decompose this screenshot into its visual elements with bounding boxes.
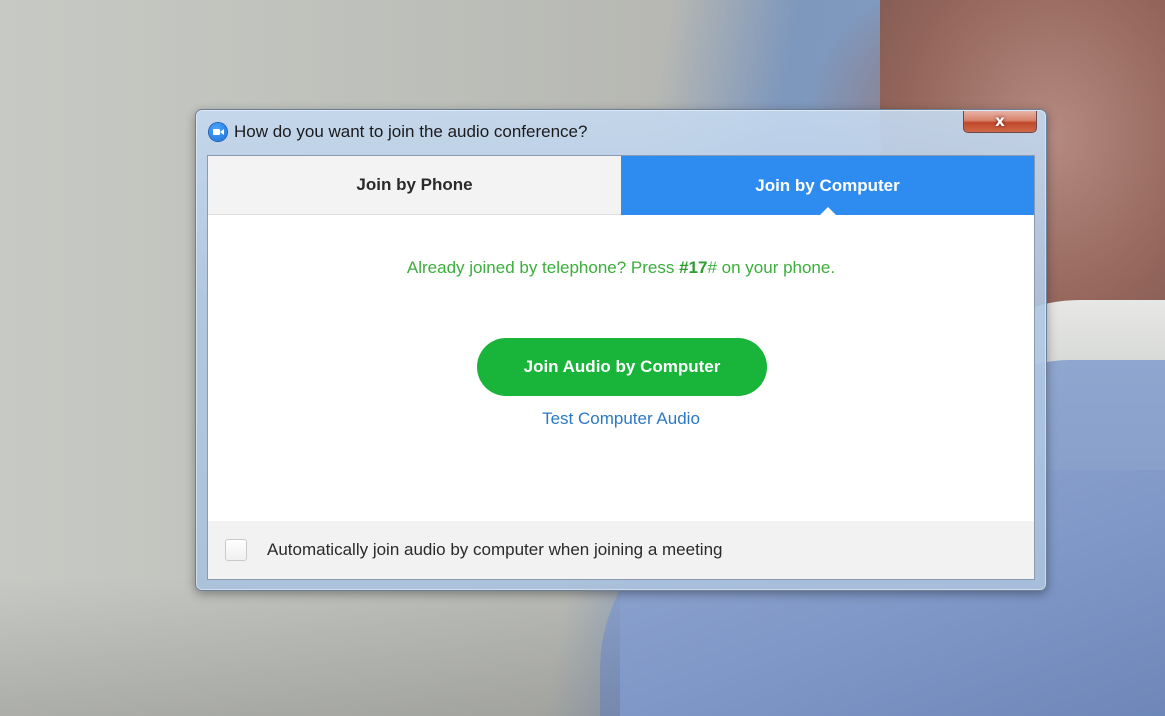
phone-code: #17	[679, 258, 708, 277]
zoom-camera-icon	[209, 123, 227, 141]
close-button[interactable]: x	[963, 111, 1037, 133]
already-joined-suffix: # on your phone.	[707, 258, 836, 277]
selected-tab-caret	[819, 207, 836, 215]
auto-join-checkbox-label[interactable]: Automatically join audio by computer whe…	[267, 540, 722, 560]
tab-label: Join by Phone	[356, 175, 473, 194]
title-bar[interactable]: How do you want to join the audio confer…	[196, 110, 1046, 154]
background-shade	[0, 576, 620, 716]
test-computer-audio-link[interactable]: Test Computer Audio	[208, 409, 1034, 429]
dialog-title: How do you want to join the audio confer…	[234, 122, 588, 141]
already-joined-prefix: Already joined by telephone? Press	[406, 258, 680, 277]
dialog-footer: Automatically join audio by computer whe…	[208, 521, 1034, 579]
tab-join-by-computer[interactable]: Join by Computer	[621, 156, 1034, 215]
dialog-content: Join by Phone Join by Computer Already j…	[207, 155, 1035, 580]
tab-label: Join by Computer	[755, 175, 900, 195]
join-audio-by-computer-button[interactable]: Join Audio by Computer	[477, 338, 767, 396]
auto-join-checkbox[interactable]	[225, 539, 247, 561]
audio-join-dialog: How do you want to join the audio confer…	[195, 109, 1047, 591]
tab-join-by-phone[interactable]: Join by Phone	[208, 156, 621, 215]
already-joined-message: Already joined by telephone? Press #17# …	[208, 258, 1034, 278]
tab-bar: Join by Phone Join by Computer	[208, 156, 1034, 215]
